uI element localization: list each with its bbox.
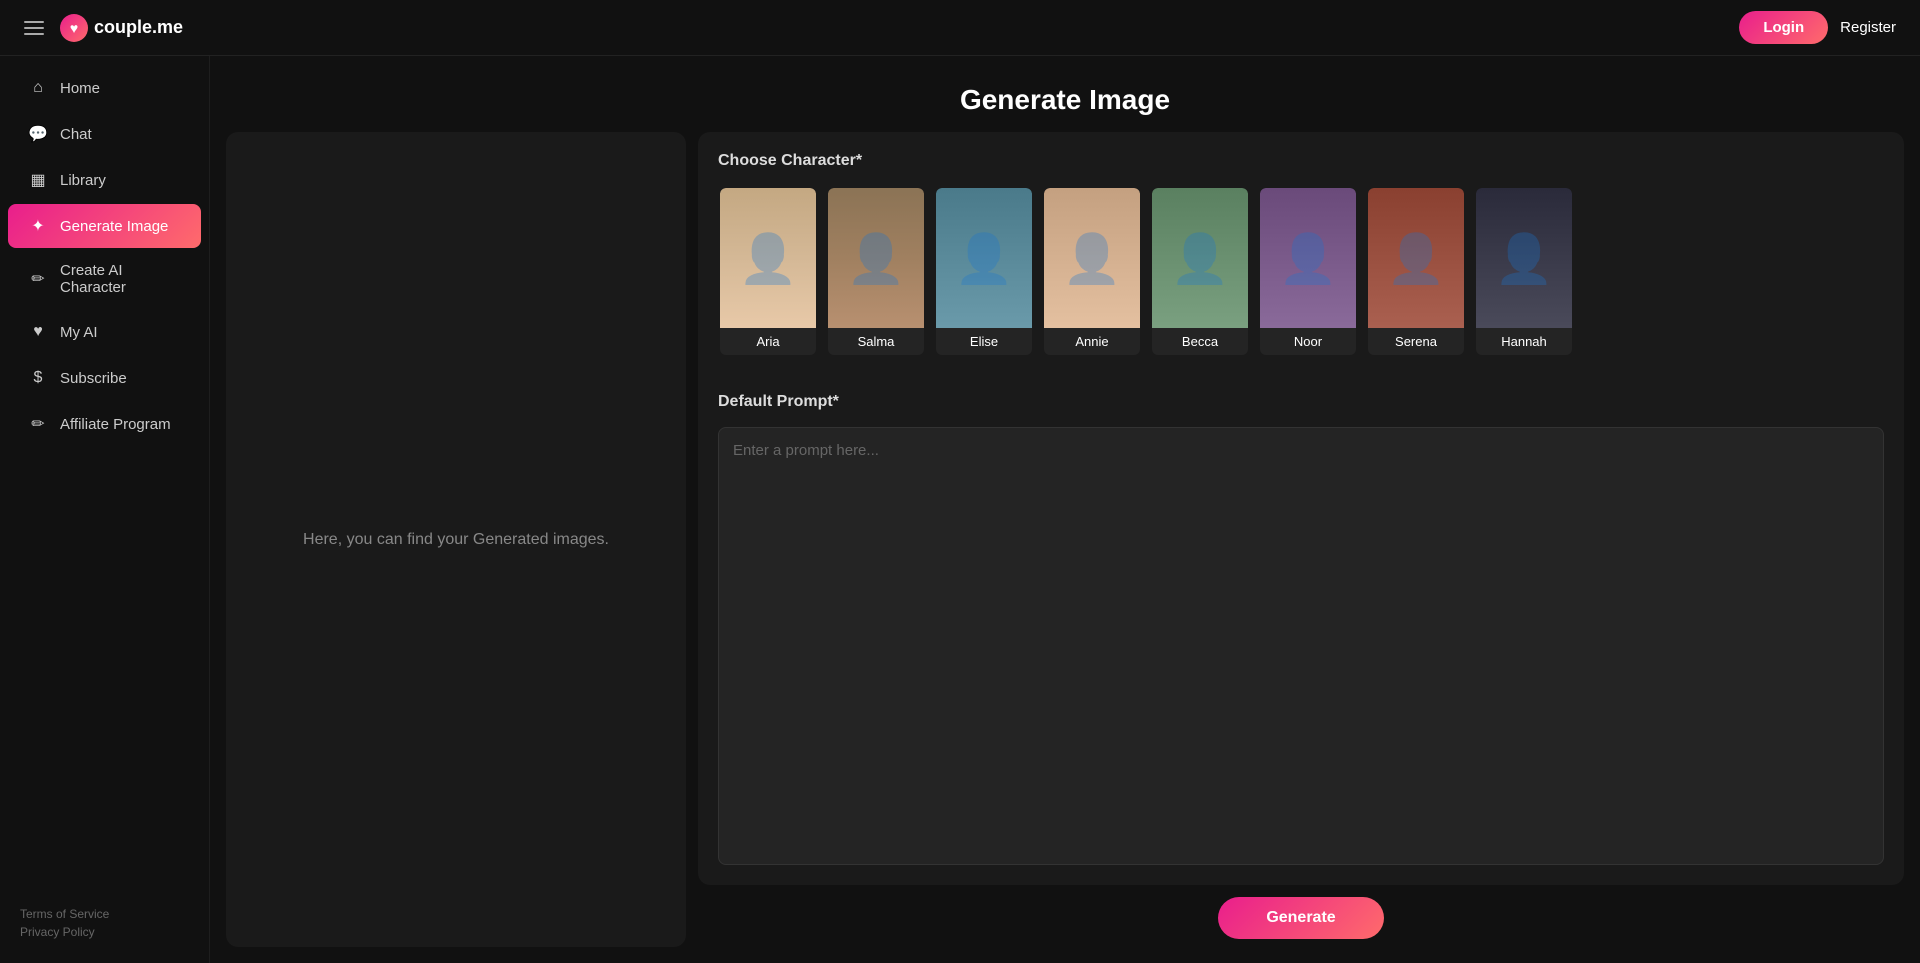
sidebar-item-create-ai-character[interactable]: ✏ Create AI Character [8, 250, 201, 308]
character-name-elise: Elise [936, 328, 1032, 355]
login-button[interactable]: Login [1739, 11, 1828, 44]
sidebar-label-subscribe: Subscribe [60, 370, 127, 387]
sidebar-icon-affiliate-program: ✏ [28, 414, 48, 434]
character-card-serena[interactable]: 👤Serena [1366, 186, 1466, 357]
hamburger-button[interactable] [24, 21, 44, 35]
content-area: Here, you can find your Generated images… [210, 132, 1920, 963]
generate-bar: Generate [698, 885, 1904, 947]
sidebar-item-library[interactable]: ▦ Library [8, 158, 201, 202]
character-section: Choose Character* 👤Aria👤Salma👤Elise👤Anni… [698, 132, 1904, 373]
main-content: Generate Image Here, you can find your G… [210, 56, 1920, 963]
sidebar-footer: Terms of Service Privacy Policy [0, 895, 209, 955]
character-name-hannah: Hannah [1476, 328, 1572, 355]
character-name-serena: Serena [1368, 328, 1464, 355]
sidebar-icon-generate-image: ✦ [28, 216, 48, 236]
character-name-noor: Noor [1260, 328, 1356, 355]
character-name-annie: Annie [1044, 328, 1140, 355]
sidebar-label-affiliate-program: Affiliate Program [60, 416, 171, 433]
character-card-annie[interactable]: 👤Annie [1042, 186, 1142, 357]
footer-link-terms-of-service[interactable]: Terms of Service [20, 907, 189, 921]
character-card-becca[interactable]: 👤Becca [1150, 186, 1250, 357]
topnav-left: ♥ couple.me [24, 14, 183, 42]
character-name-aria: Aria [720, 328, 816, 355]
prompt-section: Default Prompt* [698, 373, 1904, 885]
character-grid: 👤Aria👤Salma👤Elise👤Annie👤Becca👤Noor👤Seren… [718, 186, 1884, 373]
logo-heart-icon: ♥ [60, 14, 88, 42]
sidebar-icon-home: ⌂ [28, 78, 48, 98]
sidebar-label-chat: Chat [60, 126, 92, 143]
generate-button[interactable]: Generate [1218, 897, 1383, 939]
sidebar: ⌂ Home 💬 Chat ▦ Library ✦ Generate Image… [0, 56, 210, 963]
topnav-right: Login Register [1739, 11, 1896, 44]
left-panel-empty-text: Here, you can find your Generated images… [303, 531, 609, 549]
footer-link-privacy-policy[interactable]: Privacy Policy [20, 925, 189, 939]
page-title: Generate Image [210, 84, 1920, 116]
character-card-aria[interactable]: 👤Aria [718, 186, 818, 357]
sidebar-item-affiliate-program[interactable]: ✏ Affiliate Program [8, 402, 201, 446]
sidebar-item-my-ai[interactable]: ♥ My AI [8, 310, 201, 354]
sidebar-item-chat[interactable]: 💬 Chat [8, 112, 201, 156]
page-title-bar: Generate Image [210, 56, 1920, 132]
character-section-label: Choose Character* [718, 152, 1884, 170]
sidebar-label-create-ai-character: Create AI Character [60, 262, 181, 296]
sidebar-icon-my-ai: ♥ [28, 322, 48, 342]
sidebar-label-my-ai: My AI [60, 324, 98, 341]
layout: ⌂ Home 💬 Chat ▦ Library ✦ Generate Image… [0, 56, 1920, 963]
sidebar-label-home: Home [60, 80, 100, 97]
character-card-elise[interactable]: 👤Elise [934, 186, 1034, 357]
character-card-salma[interactable]: 👤Salma [826, 186, 926, 357]
character-image-hannah: 👤 [1476, 188, 1572, 328]
sidebar-icon-library: ▦ [28, 170, 48, 190]
character-card-hannah[interactable]: 👤Hannah [1474, 186, 1574, 357]
left-panel: Here, you can find your Generated images… [226, 132, 686, 947]
logo-text: couple.me [94, 17, 183, 38]
sidebar-label-library: Library [60, 172, 106, 189]
character-image-salma: 👤 [828, 188, 924, 328]
character-image-aria: 👤 [720, 188, 816, 328]
sidebar-item-subscribe[interactable]: $ Subscribe [8, 356, 201, 400]
character-image-elise: 👤 [936, 188, 1032, 328]
topnav: ♥ couple.me Login Register [0, 0, 1920, 56]
character-image-serena: 👤 [1368, 188, 1464, 328]
sidebar-icon-create-ai-character: ✏ [28, 269, 48, 289]
prompt-label: Default Prompt* [718, 393, 1884, 411]
character-name-becca: Becca [1152, 328, 1248, 355]
character-image-noor: 👤 [1260, 188, 1356, 328]
logo: ♥ couple.me [60, 14, 183, 42]
character-card-noor[interactable]: 👤Noor [1258, 186, 1358, 357]
sidebar-item-home[interactable]: ⌂ Home [8, 66, 201, 110]
sidebar-icon-chat: 💬 [28, 124, 48, 144]
character-image-becca: 👤 [1152, 188, 1248, 328]
sidebar-item-generate-image[interactable]: ✦ Generate Image [8, 204, 201, 248]
character-name-salma: Salma [828, 328, 924, 355]
right-panel: Choose Character* 👤Aria👤Salma👤Elise👤Anni… [698, 132, 1904, 947]
character-image-annie: 👤 [1044, 188, 1140, 328]
sidebar-icon-subscribe: $ [28, 368, 48, 388]
prompt-textarea[interactable] [718, 427, 1884, 865]
register-button[interactable]: Register [1840, 19, 1896, 36]
sidebar-label-generate-image: Generate Image [60, 218, 168, 235]
